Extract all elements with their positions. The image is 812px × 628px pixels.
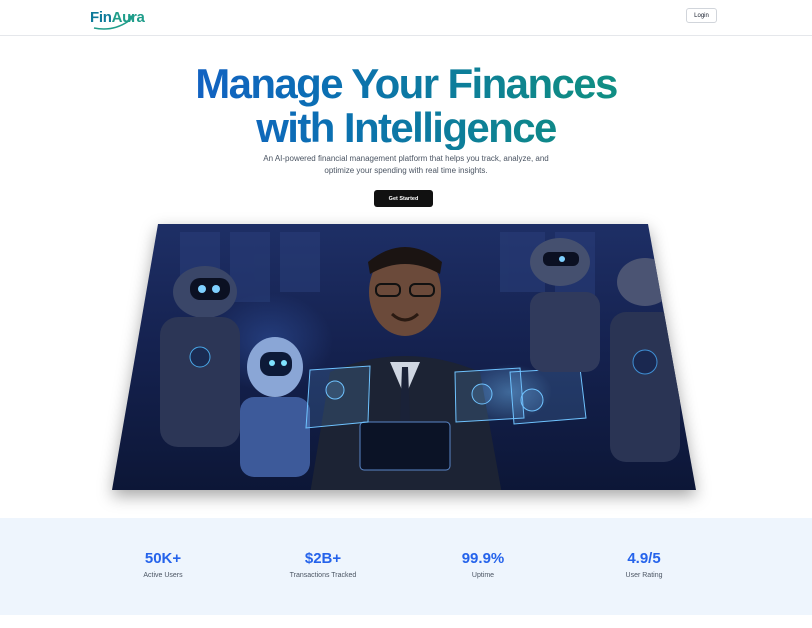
stat-value: 4.9/5: [627, 550, 661, 567]
ai-robots-illustration: [160, 232, 680, 490]
stat-value: 50K+: [144, 550, 182, 567]
hero-subtitle: An AI-powered financial management platf…: [263, 154, 549, 175]
stat-value: $2B+: [304, 550, 342, 567]
stat-label: Transactions Tracked: [289, 572, 357, 579]
top-navbar: FinAura Login: [0, 0, 812, 36]
stat-user-rating: 4.9/5 User Rating: [574, 550, 714, 579]
stat-active-users: 50K+ Active Users: [93, 550, 233, 579]
hero-title-line1: Manage Your Finances: [195, 60, 617, 107]
stat-label: Active Users: [143, 572, 183, 579]
stat-label: User Rating: [625, 572, 663, 579]
hero-title-line2: with Intelligence: [256, 104, 556, 151]
finaura-logo[interactable]: FinAura: [90, 4, 152, 32]
stat-label: Uptime: [471, 572, 495, 579]
get-started-button[interactable]: Get Started: [374, 190, 433, 207]
stat-uptime: 99.9% Uptime: [413, 550, 553, 579]
logo-text: FinAura: [90, 9, 145, 26]
stat-transactions: $2B+ Transactions Tracked: [253, 550, 393, 579]
stats-section: 50K+ Active Users $2B+ Transactions Trac…: [0, 518, 812, 615]
login-button[interactable]: Login: [686, 8, 717, 23]
hero-title: Manage Your Finances with Intelligence: [0, 62, 812, 150]
hero-image: [110, 222, 698, 494]
stat-value: 99.9%: [461, 550, 505, 567]
